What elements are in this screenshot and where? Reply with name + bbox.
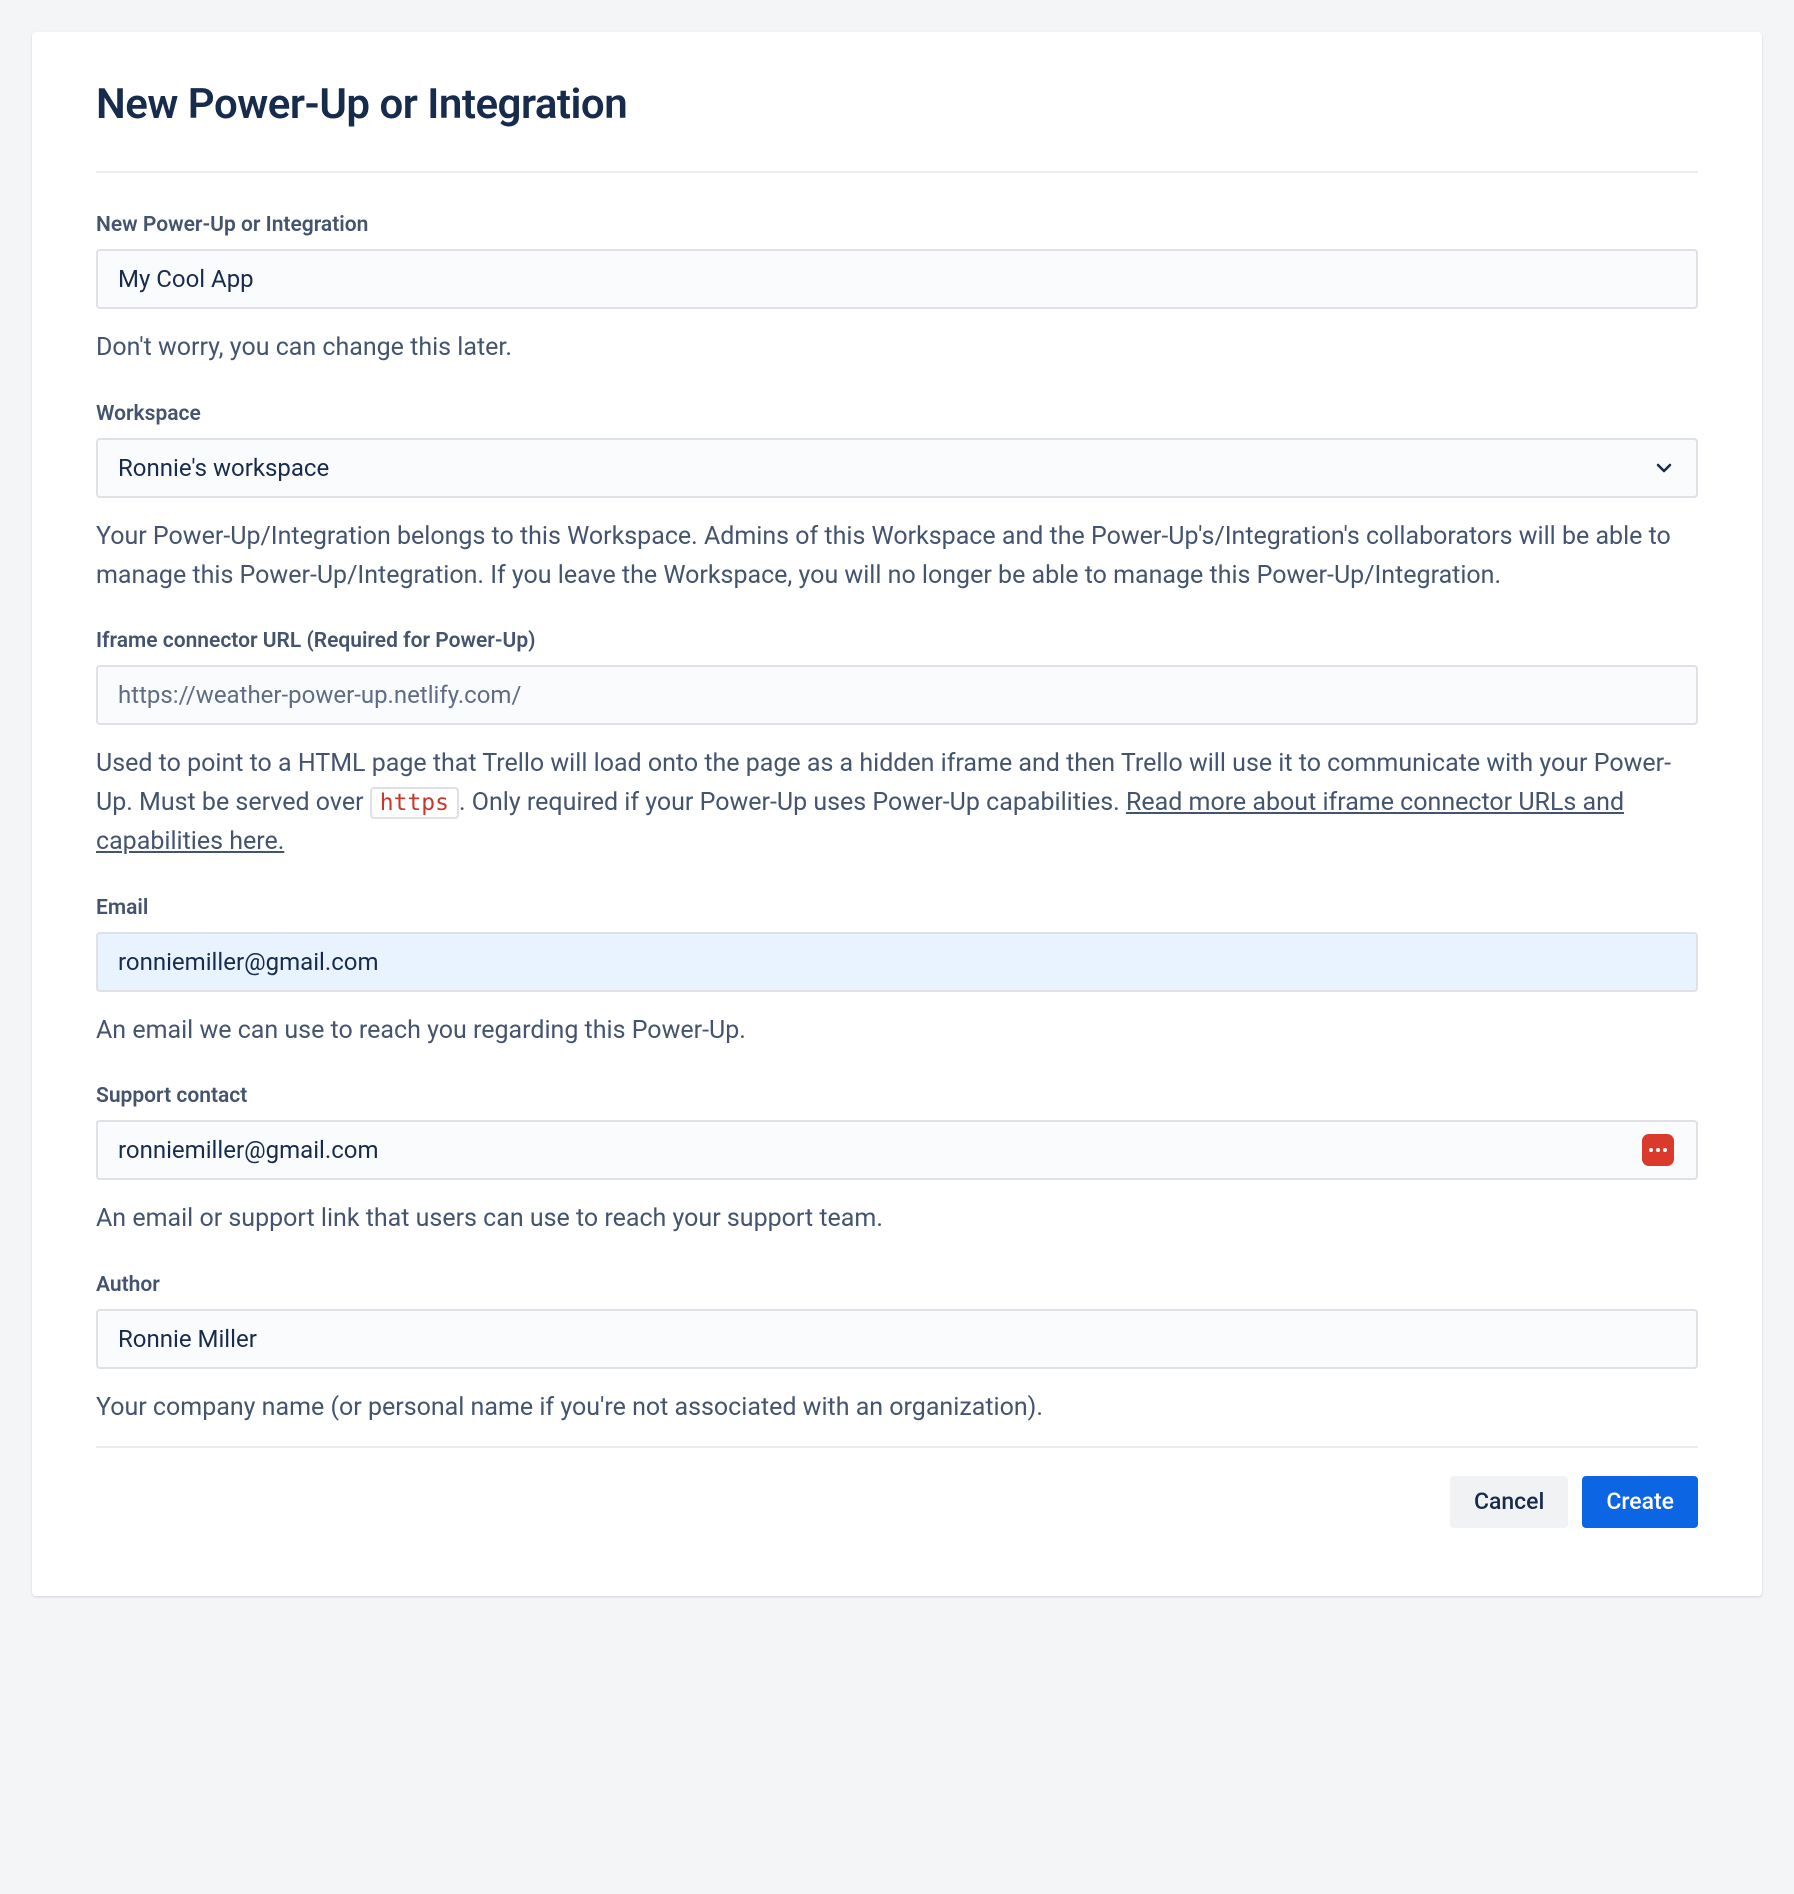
field-group-support: Support contact An email or support link… xyxy=(96,1084,1698,1239)
workspace-label: Workspace xyxy=(96,402,1698,426)
name-input[interactable] xyxy=(96,249,1698,309)
form-card: New Power-Up or Integration New Power-Up… xyxy=(32,32,1762,1596)
name-help: Don't worry, you can change this later. xyxy=(96,329,1698,368)
divider-bottom xyxy=(96,1446,1698,1448)
author-label: Author xyxy=(96,1273,1698,1297)
workspace-help: Your Power-Up/Integration belongs to thi… xyxy=(96,518,1698,596)
author-input[interactable] xyxy=(96,1309,1698,1369)
cancel-button[interactable]: Cancel xyxy=(1450,1476,1568,1528)
field-group-name: New Power-Up or Integration Don't worry,… xyxy=(96,213,1698,368)
support-input-wrap xyxy=(96,1120,1698,1180)
field-group-author: Author Your company name (or personal na… xyxy=(96,1273,1698,1428)
chevron-down-icon xyxy=(1652,456,1676,480)
create-button[interactable]: Create xyxy=(1582,1476,1698,1528)
iframe-label: Iframe connector URL (Required for Power… xyxy=(96,629,1698,653)
workspace-select[interactable]: Ronnie's workspace xyxy=(96,438,1698,498)
iframe-help: Used to point to a HTML page that Trello… xyxy=(96,745,1698,861)
email-help: An email we can use to reach you regardi… xyxy=(96,1012,1698,1051)
divider xyxy=(96,171,1698,173)
field-group-email: Email An email we can use to reach you r… xyxy=(96,896,1698,1051)
name-label: New Power-Up or Integration xyxy=(96,213,1698,237)
field-group-workspace: Workspace Ronnie's workspace Your Power-… xyxy=(96,402,1698,596)
support-label: Support contact xyxy=(96,1084,1698,1108)
workspace-selected-value: Ronnie's workspace xyxy=(118,454,329,482)
support-input[interactable] xyxy=(96,1120,1698,1180)
iframe-help-post: . Only required if your Power-Up uses Po… xyxy=(459,788,1126,817)
password-manager-icon[interactable] xyxy=(1642,1134,1674,1166)
button-row: Cancel Create xyxy=(96,1476,1698,1528)
page-title: New Power-Up or Integration xyxy=(96,80,1698,129)
support-help: An email or support link that users can … xyxy=(96,1200,1698,1239)
author-help: Your company name (or personal name if y… xyxy=(96,1389,1698,1428)
iframe-help-code: https xyxy=(370,787,459,819)
email-input[interactable] xyxy=(96,932,1698,992)
iframe-input[interactable] xyxy=(96,665,1698,725)
email-label: Email xyxy=(96,896,1698,920)
field-group-iframe: Iframe connector URL (Required for Power… xyxy=(96,629,1698,861)
